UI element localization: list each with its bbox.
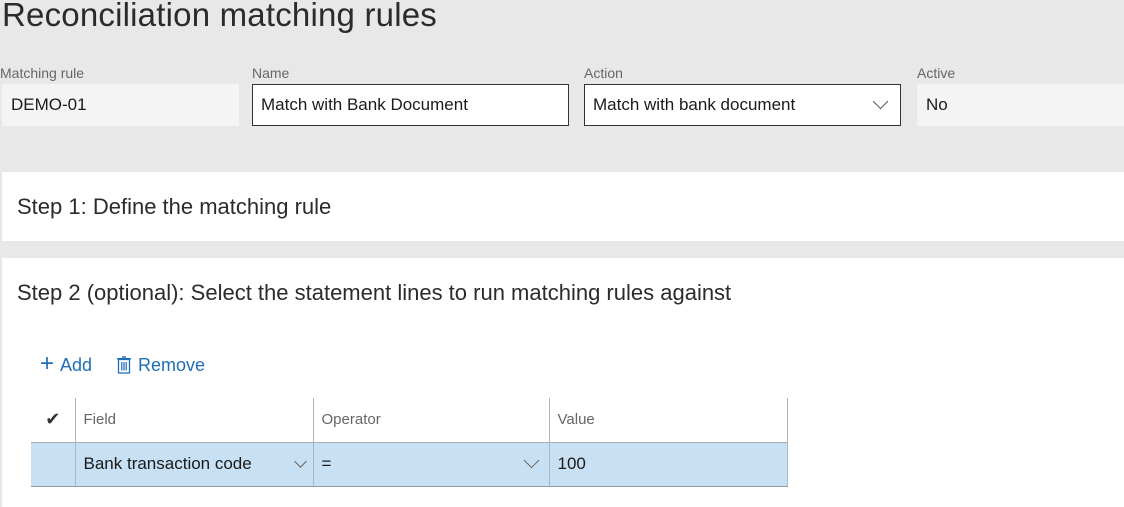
field-cell-value: Bank transaction code [83,454,252,473]
grid-header-row: ✔ Field Operator Value [31,398,788,443]
trash-icon [117,356,132,374]
step2-title[interactable]: Step 2 (optional): Select the statement … [17,280,731,306]
action-label: Action [584,65,623,81]
step2-section: Step 2 (optional): Select the statement … [2,258,1124,507]
row-select-cell[interactable] [31,442,75,487]
add-button-label: Add [60,354,93,375]
step1-title[interactable]: Step 1: Define the matching rule [17,194,331,220]
page: Reconciliation matching rules Matching r… [0,0,1124,507]
name-label: Name [252,65,290,81]
active-value[interactable]: No [917,84,1124,126]
matching-rule-field: Matching rule DEMO-01 [0,62,239,126]
statement-lines-grid: ✔ Field Operator Value Bank transaction … [31,398,788,487]
column-header-operator[interactable]: Operator [312,398,549,443]
step1-section[interactable]: Step 1: Define the matching rule [2,172,1124,241]
grid-toolbar: + Add Remove [40,350,205,377]
remove-button[interactable]: Remove [116,355,205,376]
select-all-column[interactable]: ✔ [31,398,75,443]
chevron-down-icon[interactable] [523,452,539,468]
page-title: Reconciliation matching rules [2,0,438,33]
action-select-value: Match with bank document [593,95,796,114]
action-field: Action Match with bank document [584,62,901,126]
chevron-down-icon[interactable] [293,454,307,468]
plus-icon: + [40,350,55,377]
operator-cell[interactable]: = [312,442,549,487]
column-header-field[interactable]: Field [74,398,313,443]
add-button[interactable]: + Add [40,350,93,377]
active-label: Active [917,65,956,81]
checkmark-icon[interactable]: ✔ [45,409,60,429]
action-select[interactable]: Match with bank document [584,84,901,126]
matching-rule-value[interactable]: DEMO-01 [2,84,239,126]
name-input[interactable]: Match with Bank Document [252,84,569,126]
field-cell[interactable]: Bank transaction code [74,442,313,487]
remove-button-label: Remove [138,354,206,375]
active-field: Active No [917,62,1124,126]
matching-rule-label: Matching rule [0,65,85,81]
chevron-down-icon[interactable] [872,93,889,110]
column-header-value[interactable]: Value [548,398,788,443]
table-row[interactable]: Bank transaction code = 100 [31,442,788,487]
operator-cell-value: = [321,454,332,473]
value-cell[interactable]: 100 [548,442,788,487]
name-field: Name Match with Bank Document [252,62,569,126]
